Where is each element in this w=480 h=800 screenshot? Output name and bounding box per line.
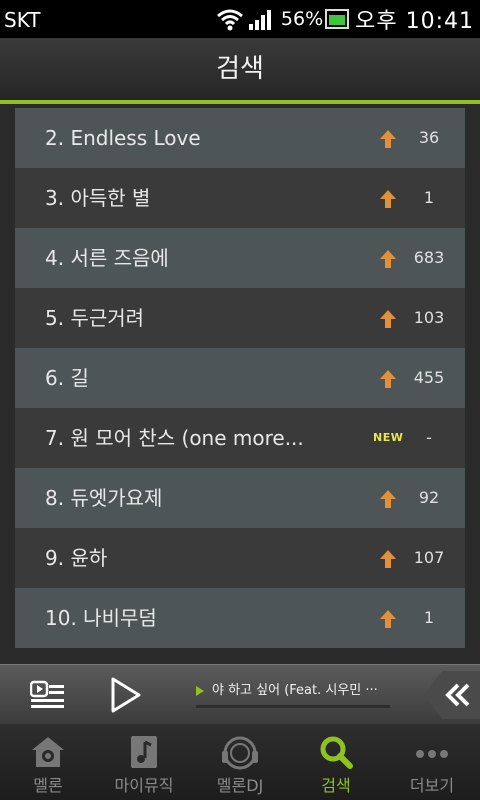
carrier-name: SKT	[4, 8, 41, 32]
rank-change-count: 103	[413, 308, 445, 327]
arrow-up-icon	[380, 190, 396, 208]
tab-melon[interactable]: 멜론	[0, 724, 96, 800]
playback-progress[interactable]	[196, 705, 390, 708]
list-item[interactable]: 5. 두근거려 103	[15, 288, 465, 348]
list-item[interactable]: 4. 서른 즈음에 683	[15, 228, 465, 288]
new-badge: NEW	[373, 431, 404, 444]
arrow-up-icon	[380, 370, 396, 388]
search-rank-list: 2. Endless Love 36 3. 아득한 별 1 4. 서른 즈음에 683 5.…	[15, 108, 465, 648]
list-item-label: 5. 두근거려	[45, 306, 145, 330]
arrow-up-icon	[380, 310, 396, 328]
list-item[interactable]: 10. 나비무덤 1	[15, 588, 465, 648]
tab-my-music[interactable]: 마이뮤직	[96, 724, 192, 800]
clock: 오후 10:41	[355, 9, 474, 34]
melon-home-icon	[32, 737, 64, 767]
list-item-label: 7. 원 모어 찬스 (one more...	[45, 426, 304, 450]
collapse-player-icon[interactable]	[424, 665, 480, 725]
list-item[interactable]: 2. Endless Love 36	[15, 108, 465, 168]
search-icon	[320, 736, 353, 769]
tab-label: 마이뮤직	[114, 776, 174, 795]
rank-change-count: -	[426, 428, 432, 447]
more-dots-icon	[416, 750, 448, 758]
now-playing-title: 야 하고 싶어 (Feat. 시우민 ···	[212, 683, 378, 698]
arrow-up-icon	[380, 550, 396, 568]
rank-change-count: 1	[423, 188, 435, 207]
list-item[interactable]: 6. 길 455	[15, 348, 465, 408]
headphones-icon	[222, 736, 258, 770]
list-item[interactable]: 7. 원 모어 찬스 (one more... NEW -	[15, 408, 465, 468]
rank-change-count: 92	[418, 488, 440, 507]
playlist-icon[interactable]	[30, 679, 66, 711]
list-item-label: 9. 윤하	[45, 546, 108, 570]
bottom-tab-bar: 멜론 마이뮤직 멜론DJ 검색 더보기	[0, 724, 480, 800]
list-item-label: 2. Endless Love	[45, 126, 201, 150]
now-playing-indicator-icon	[196, 685, 204, 696]
tab-melon-dj[interactable]: 멜론DJ	[192, 724, 288, 800]
arrow-up-icon	[380, 610, 396, 628]
search-rank-content: 2. Endless Love 36 3. 아득한 별 1 4. 서른 즈음에 683 5.…	[0, 104, 480, 664]
arrow-up-icon	[380, 490, 396, 508]
rank-change-count: 683	[413, 248, 445, 267]
wifi-icon	[216, 9, 243, 31]
rank-change-count: 455	[413, 368, 445, 387]
status-bar: SKT 56% 오후 10:41	[0, 0, 480, 38]
rank-change-count: 107	[413, 548, 445, 567]
tab-label: 더보기	[409, 776, 455, 795]
list-item-label: 4. 서른 즈음에	[45, 246, 169, 270]
page-title: 검색	[216, 54, 264, 84]
now-playing-track[interactable]: 야 하고 싶어 (Feat. 시우민 ···	[196, 679, 396, 698]
tab-label: 멜론DJ	[216, 776, 264, 795]
title-bar: 검색	[0, 38, 480, 100]
list-item-label: 6. 길	[45, 366, 89, 390]
tab-label: 검색	[321, 776, 351, 795]
tab-more[interactable]: 더보기	[384, 724, 480, 800]
my-music-icon	[131, 736, 157, 768]
list-item-label: 3. 아득한 별	[45, 186, 151, 210]
list-item-label: 10. 나비무덤	[45, 606, 157, 630]
rank-change-count: 1	[423, 608, 435, 627]
tab-label: 멜론	[33, 776, 63, 795]
mini-player: 야 하고 싶어 (Feat. 시우민 ···	[0, 664, 480, 724]
play-icon[interactable]	[110, 677, 142, 713]
list-item[interactable]: 9. 윤하 107	[15, 528, 465, 588]
rank-change-count: 36	[418, 128, 440, 147]
list-item[interactable]: 3. 아득한 별 1	[15, 168, 465, 228]
signal-icon	[248, 10, 271, 30]
list-item-label: 8. 듀엣가요제	[45, 486, 163, 510]
arrow-up-icon	[380, 250, 396, 268]
arrow-up-icon	[380, 130, 396, 148]
battery-icon	[325, 9, 350, 29]
battery-percent: 56%	[280, 8, 324, 30]
list-item[interactable]: 8. 듀엣가요제 92	[15, 468, 465, 528]
tab-search[interactable]: 검색	[288, 724, 384, 800]
